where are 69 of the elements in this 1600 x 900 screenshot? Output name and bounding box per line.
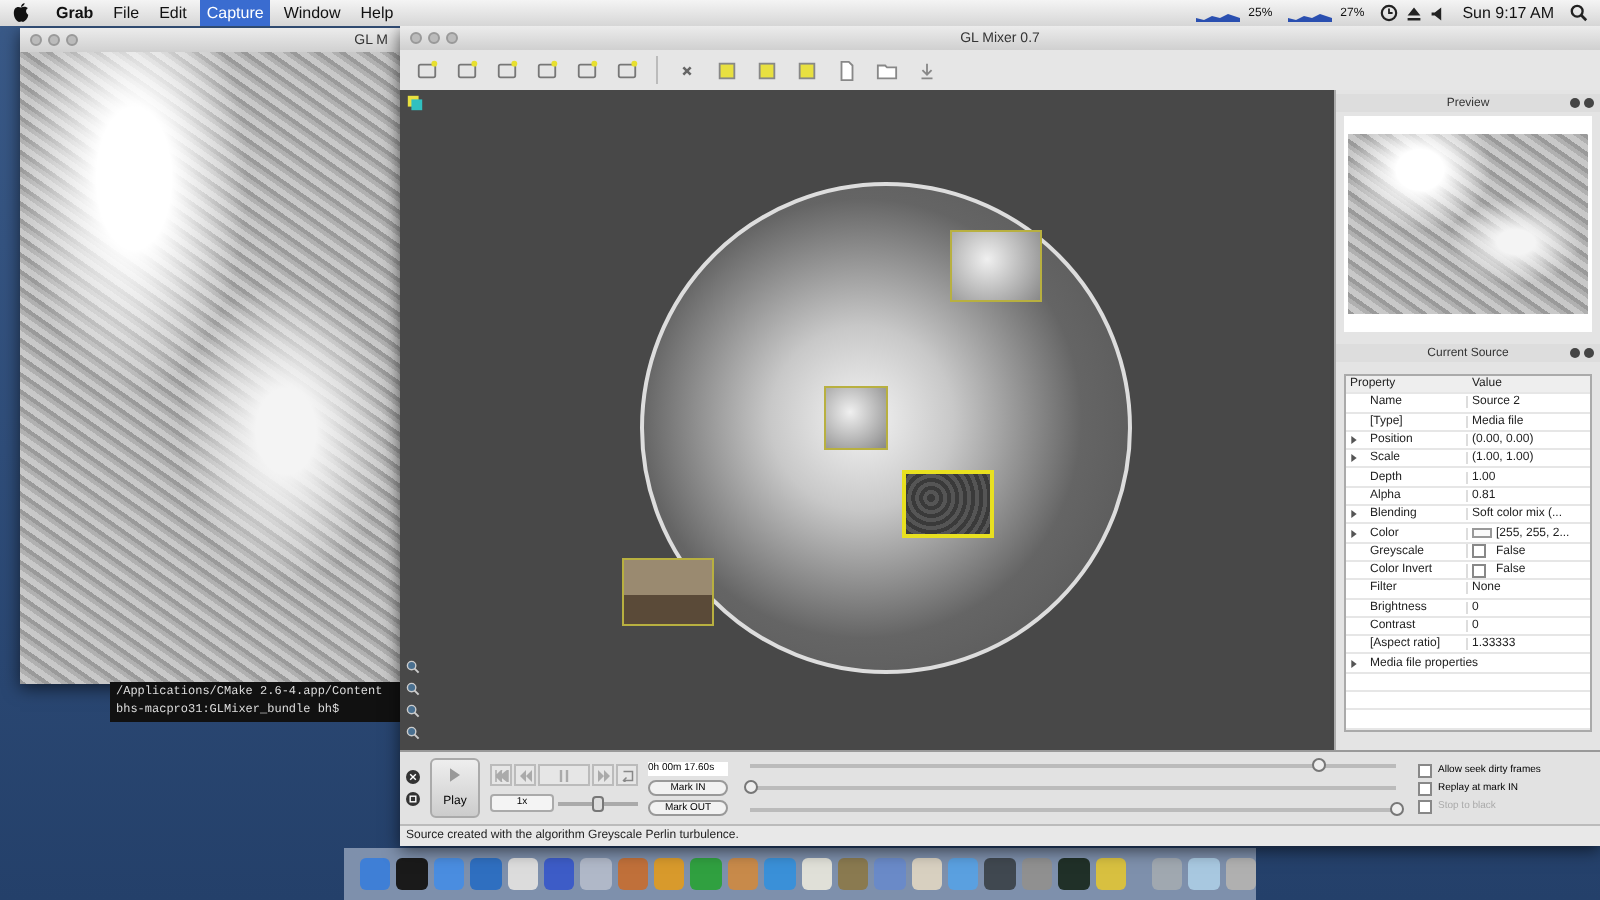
zoom-icon[interactable] [406,682,420,696]
pause-icon [556,769,572,781]
color-swatch[interactable] [1472,528,1492,539]
toolbar-icon[interactable] [756,59,778,81]
zoom-icon[interactable] [406,726,420,740]
rewind-icon [517,769,533,781]
timeline-slider[interactable] [750,764,1396,768]
source-thumbnail[interactable] [950,230,1042,302]
source-thumbnail[interactable] [902,470,994,538]
checkbox[interactable] [1472,544,1486,559]
menu-item[interactable]: Window [277,0,347,26]
expand-arrow-icon[interactable] [1350,510,1358,519]
fast-forward-icon [595,769,611,781]
checkbox[interactable] [1472,563,1486,578]
app-icon[interactable] [801,858,832,890]
transport-button[interactable] [490,764,512,786]
play-icon [450,767,460,782]
close-button[interactable] [1584,348,1594,358]
app-icon[interactable] [396,858,428,890]
toolbar-icon[interactable] [716,59,738,81]
menu-item[interactable]: Capture [200,0,270,26]
toolbar-icon[interactable] [456,59,478,81]
toolbar-icon[interactable] [836,59,858,81]
app-icon[interactable] [984,858,1016,890]
close-button[interactable] [1584,98,1594,108]
source-thumbnail[interactable] [824,386,888,450]
apple-logo-icon[interactable] [12,2,30,24]
app-icon[interactable] [1058,858,1089,890]
zoom-icon[interactable] [406,704,420,718]
menu-item[interactable]: File [107,0,146,26]
app-icon[interactable] [507,858,538,890]
transport-button[interactable] [592,764,614,786]
toolbar-icon[interactable] [616,59,638,81]
zoom-icon[interactable] [406,660,420,674]
app-icon[interactable] [543,858,575,890]
search-icon[interactable] [1570,4,1588,22]
layers-icon[interactable] [406,94,424,112]
transport-button[interactable] [514,764,536,786]
transport-button[interactable] [616,764,638,786]
app-icon[interactable] [911,858,942,890]
toolbar-icon[interactable] [416,59,438,81]
skip-back-icon [493,769,509,781]
transport-button[interactable] [538,764,590,786]
slider-thumb[interactable] [1390,802,1404,816]
toolbar-icon[interactable] [536,59,558,81]
clock-icon[interactable] [1380,4,1399,22]
menu-item[interactable]: Edit [153,0,193,26]
toolbar-icon[interactable] [576,59,598,81]
float-button[interactable] [1570,348,1580,358]
toolbar-icon[interactable] [796,59,818,81]
timeline-slider[interactable] [750,786,1396,790]
slider-thumb[interactable] [1312,758,1327,772]
float-button[interactable] [1570,98,1580,108]
expand-arrow-icon[interactable] [1350,659,1358,668]
slider-thumb[interactable] [744,780,758,794]
menu-clock: Sun 9:17 AM [1462,4,1554,22]
menu-item[interactable]: Grab [50,0,100,26]
slider-thumb[interactable] [592,795,604,811]
menu-item[interactable]: Help [354,0,400,26]
expand-arrow-icon[interactable] [1350,529,1358,538]
toolbar-icon[interactable] [876,59,898,81]
source-thumbnail[interactable] [622,558,714,626]
close-icon[interactable] [406,770,420,784]
toolbar-icon[interactable] [496,59,518,81]
loop-icon [619,769,635,781]
eject-icon[interactable] [1406,5,1423,21]
toolbar-icon[interactable] [916,59,938,81]
float-icon[interactable] [406,792,420,806]
speaker-icon[interactable] [1430,5,1447,21]
